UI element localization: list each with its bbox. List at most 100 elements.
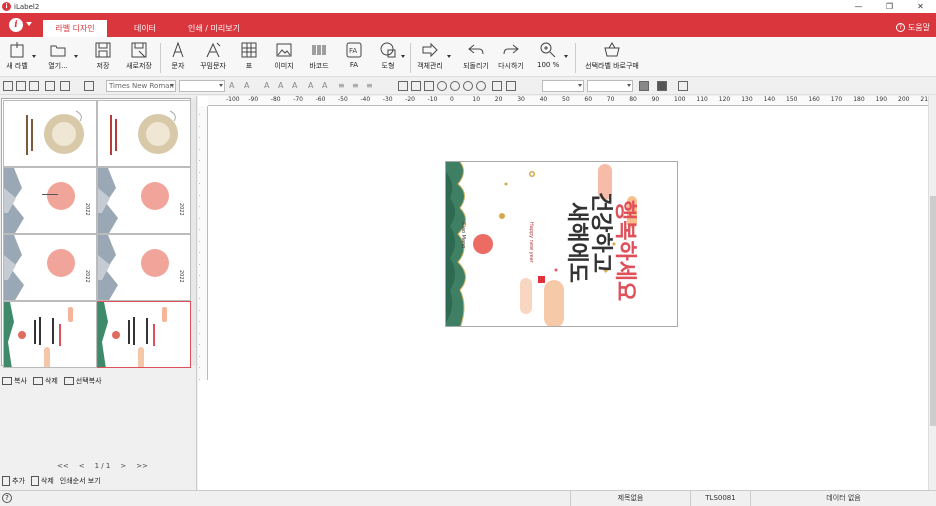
table-button[interactable]: 표 [240, 41, 258, 75]
canvas-vertical-scrollbar[interactable] [928, 96, 936, 490]
decorated-text-button[interactable]: 꾸밈문자 [197, 41, 229, 75]
border-none-icon[interactable] [398, 81, 408, 91]
flip-icon[interactable] [450, 81, 460, 91]
label-thumbnail[interactable] [97, 100, 191, 167]
label-thumbnail[interactable]: 2022 [3, 167, 97, 234]
border-thick-icon[interactable] [424, 81, 434, 91]
fill-color-icon[interactable] [639, 81, 649, 91]
label-design[interactable]: Ciao Mano ✦ 행복하세요 건강하고 새해에도 Happy new ye… [445, 161, 678, 327]
svg-text:2022: 2022 [84, 203, 90, 216]
add-page-button[interactable]: 추가 [2, 476, 25, 486]
font-shrink-icon[interactable]: A [244, 81, 249, 90]
font-outline-icon[interactable]: A [308, 81, 313, 90]
text-button[interactable]: 문자 [168, 41, 188, 75]
scrollbar-thumb[interactable] [930, 196, 936, 426]
label-thumbnail[interactable]: 2022 [97, 167, 191, 234]
brand-text: Ciao Mano [460, 222, 466, 248]
undo-button[interactable]: 되돌리기 [462, 41, 490, 75]
font-bold-icon[interactable]: A [264, 81, 269, 90]
lock-icon[interactable] [45, 81, 55, 91]
ruler-tick-label: · [199, 204, 201, 210]
fa-icon: FA [345, 41, 363, 59]
object-manage-button[interactable]: 객체관리 [415, 41, 451, 75]
barcode-button[interactable]: 바코드 [307, 41, 331, 75]
minimize-button[interactable]: — [843, 0, 874, 13]
delete-page-button[interactable]: 삭제 [30, 476, 54, 486]
save-as-button[interactable]: 새로저장 [123, 41, 155, 75]
label-thumbnail-selected[interactable] [97, 301, 191, 368]
rotate-left-icon[interactable] [476, 81, 486, 91]
redo-button[interactable]: 다시하기 [497, 41, 525, 75]
label-list-panel: 2022 2022 2022 2022 복사 삭제 선택복사 << < 1 / … [0, 96, 197, 490]
delete-page-icon [30, 476, 39, 486]
shopping-basket-icon [603, 41, 621, 59]
chevron-down-icon [74, 55, 78, 58]
print-order-button[interactable]: 인쇄순서 보기 [60, 476, 101, 486]
tab-data[interactable]: 데이터 [118, 20, 172, 37]
help-button[interactable]: ? 도움말 [895, 22, 930, 33]
align-left-icon[interactable]: ≡ [338, 81, 345, 90]
rotate-icon[interactable] [437, 81, 447, 91]
design-canvas[interactable]: -100 -90 -80 -70 -60 -50 -40 -30 -20 -10 0 10 20 30 40… [198, 96, 936, 490]
select-copy-button[interactable]: 선택복사 [63, 376, 102, 386]
font-italic-icon[interactable]: A [278, 81, 283, 90]
page-setup-icon[interactable] [3, 81, 13, 91]
chevron-down-icon [627, 84, 631, 87]
flip-v-icon[interactable] [463, 81, 473, 91]
line-color-icon[interactable] [657, 81, 667, 91]
ruler-tick-label: 130 [741, 96, 753, 103]
buy-selected-label-button[interactable]: 선택라벨 바로구매 [582, 41, 642, 75]
prev-page-button[interactable]: < [79, 462, 85, 470]
transform-icon[interactable] [492, 81, 502, 91]
toolbar-divider [410, 43, 411, 73]
font-underline-icon[interactable]: A [292, 81, 297, 90]
last-page-button[interactable]: >> [136, 462, 148, 470]
font-name-select[interactable]: Times New Roman [106, 80, 176, 92]
border-box-icon[interactable] [411, 81, 421, 91]
font-shadow-icon[interactable]: A [322, 81, 327, 90]
tab-print-preview[interactable]: 인쇄 / 미리보기 [178, 20, 250, 37]
grid-icon[interactable] [16, 81, 26, 91]
tab-label-design[interactable]: 라벨 디자인 [43, 20, 107, 37]
restore-button[interactable]: ❐ [874, 0, 905, 13]
line-width-select[interactable] [587, 80, 633, 92]
ruler-tick-label: · [199, 330, 201, 337]
shape-button[interactable]: 도형 [377, 41, 405, 75]
zoom-button[interactable]: 100 % [537, 41, 568, 75]
transparency-icon[interactable] [678, 81, 688, 91]
zoom-in-icon [539, 41, 557, 59]
label-thumbnail[interactable]: 2022 [97, 234, 191, 301]
align-center-icon[interactable]: ≡ [352, 81, 359, 90]
label-thumbnail[interactable]: 2022 [3, 234, 97, 301]
ruler-tick-label: · [199, 284, 201, 291]
image-button[interactable]: 이미지 [272, 41, 296, 75]
thumbnail-scrollbar[interactable] [191, 98, 196, 366]
save-button[interactable]: 저장 [92, 41, 114, 75]
ruler-tick-label: -40 [360, 96, 371, 103]
new-label-button[interactable]: 새 라벨 [4, 41, 36, 75]
next-page-button[interactable]: > [120, 462, 126, 470]
vertical-ruler: · · · · · · · · · · · · · · · · · · · · · · · · [198, 106, 208, 380]
line-style-select[interactable] [542, 80, 584, 92]
copy-button[interactable]: 복사 [2, 376, 27, 386]
object-settings-icon[interactable] [60, 81, 70, 91]
clipboard-icon[interactable] [29, 81, 39, 91]
label-artwork: Ciao Mano ✦ 행복하세요 건강하고 새해에도 Happy new ye… [446, 162, 637, 326]
close-button[interactable]: ✕ [905, 0, 936, 13]
delete-button[interactable]: 삭제 [32, 376, 58, 386]
first-page-button[interactable]: << [57, 462, 69, 470]
font-size-select[interactable] [179, 80, 225, 92]
open-button[interactable]: 열기... [44, 41, 78, 75]
align-icon[interactable] [84, 81, 94, 91]
ruler-tick-label: · [199, 112, 201, 118]
app-menu-button[interactable]: i [9, 18, 23, 32]
new-label-icon [8, 41, 26, 59]
label-thumbnail[interactable] [3, 100, 97, 167]
label-thumbnail[interactable] [3, 301, 97, 368]
transform-more-icon[interactable] [506, 81, 516, 91]
font-grow-icon[interactable]: A [229, 81, 234, 90]
align-right-icon[interactable]: ≡ [366, 81, 373, 90]
chevron-down-icon[interactable] [26, 22, 32, 26]
help-icon[interactable]: ? [2, 493, 12, 503]
fa-button[interactable]: FA FA [345, 41, 363, 75]
